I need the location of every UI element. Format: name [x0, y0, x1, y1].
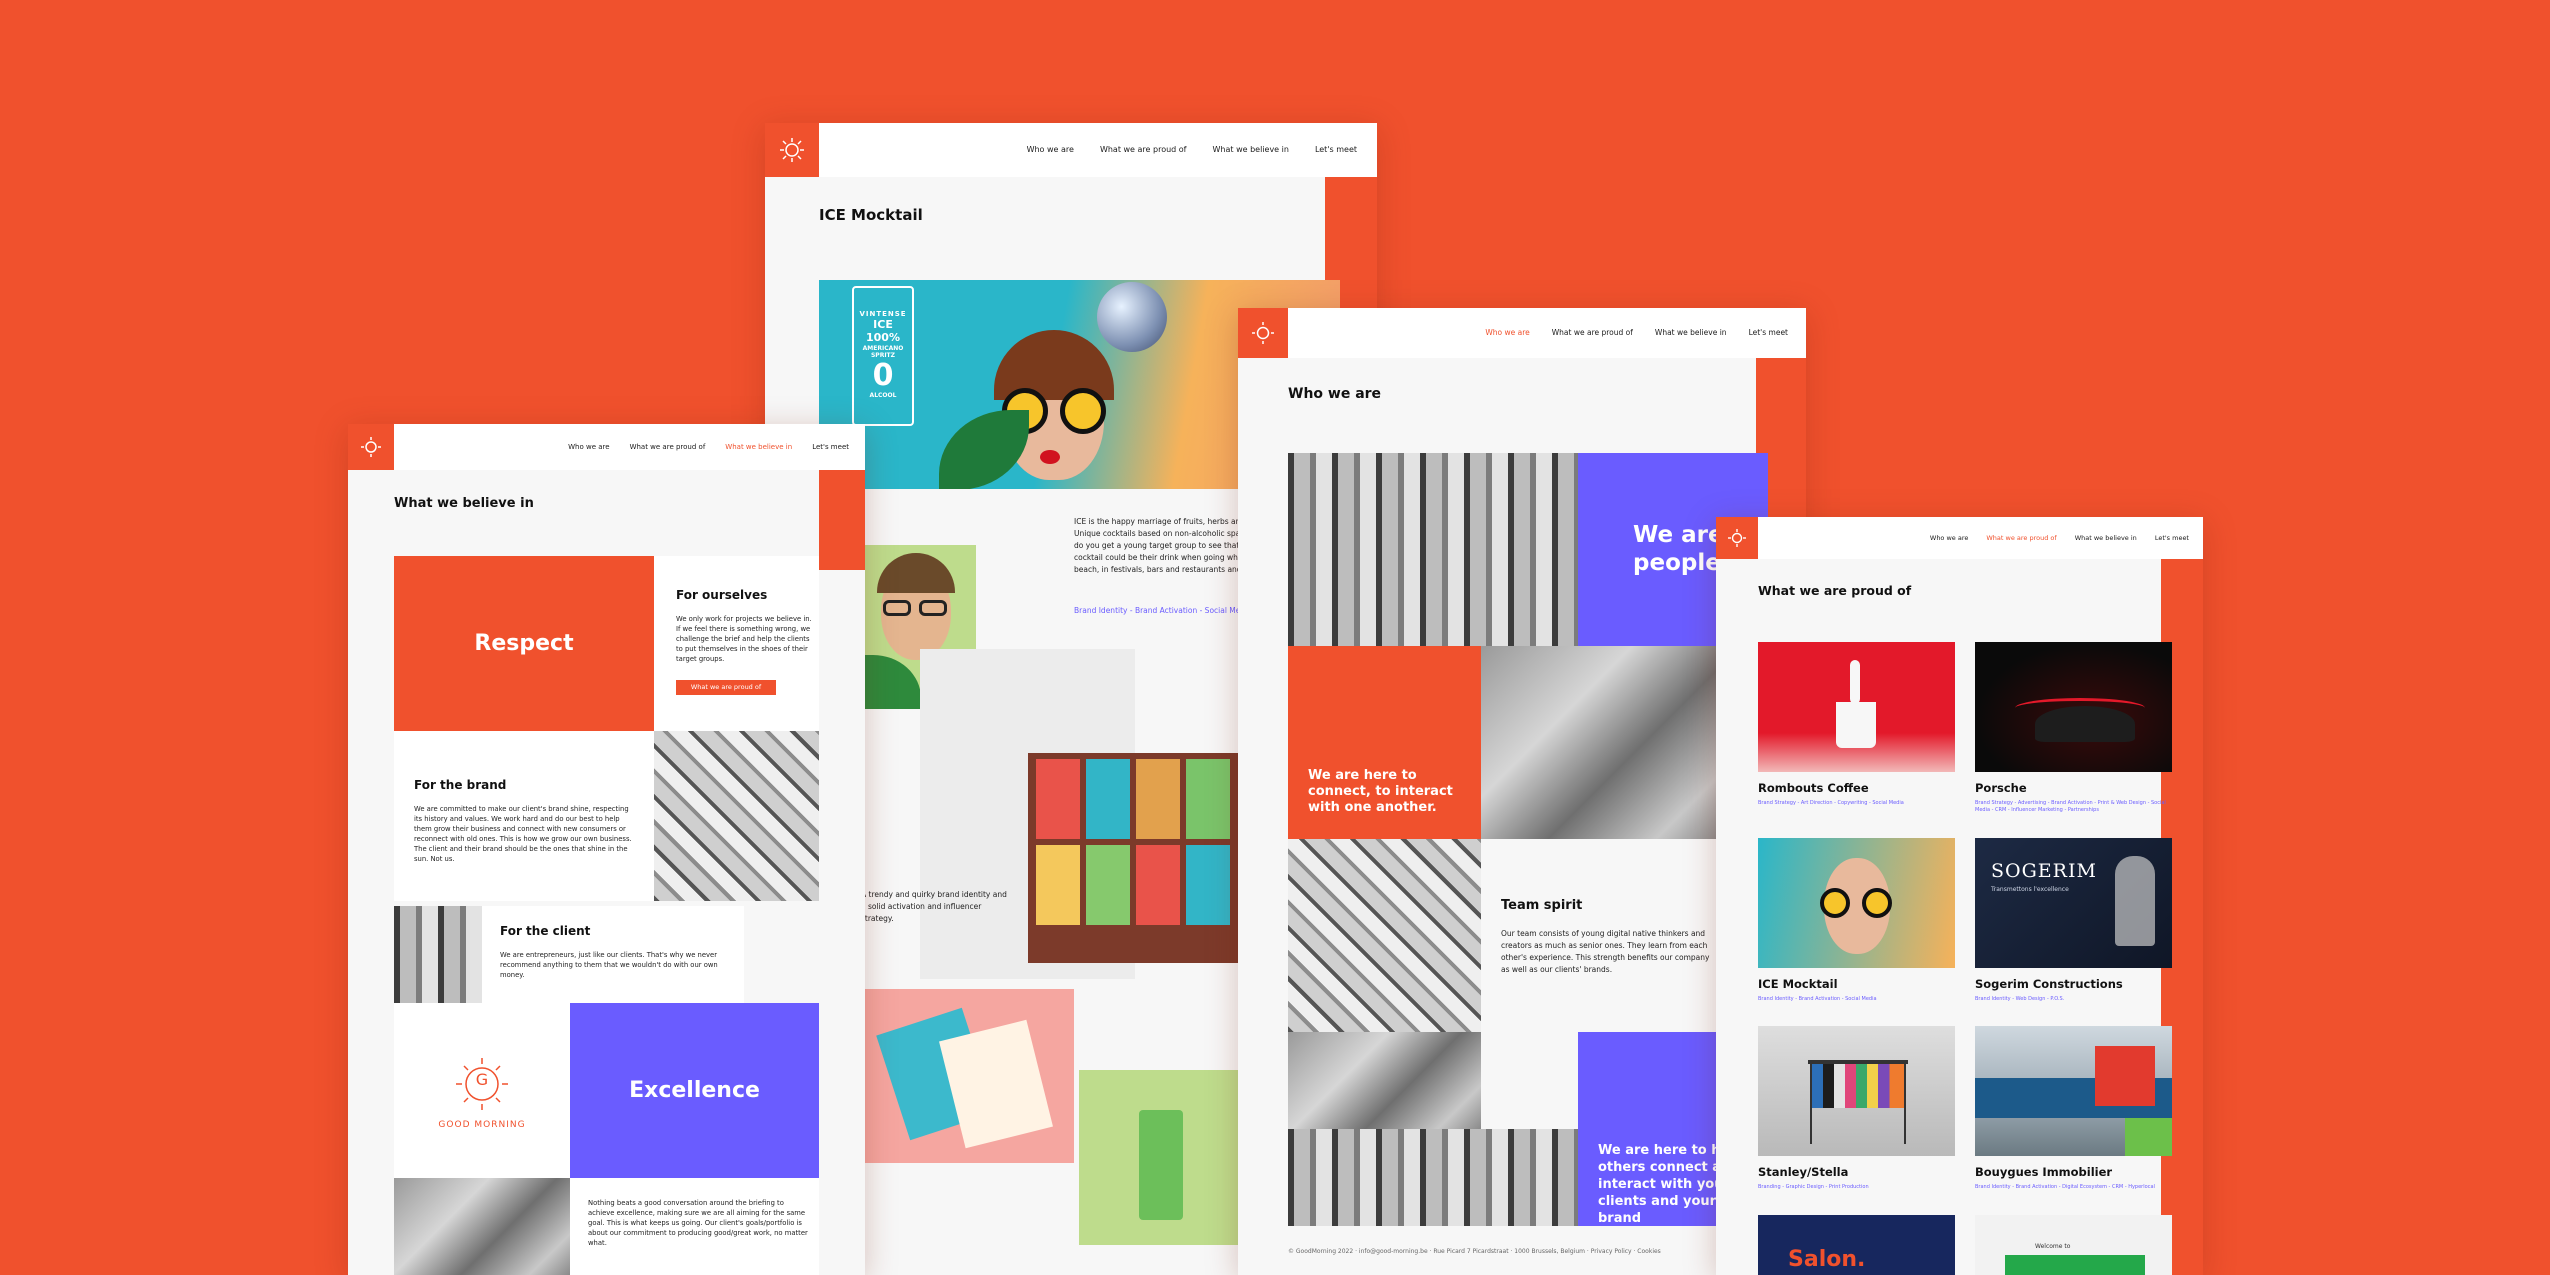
proud-button[interactable]: What we are proud of — [676, 680, 776, 695]
project-tags: Brand Identity - Brand Activation - Digi… — [1975, 1184, 2155, 1190]
page-title: What we believe in — [394, 496, 534, 511]
client-text: We are entrepreneurs, just like our clie… — [500, 951, 718, 979]
brand-text: We are committed to make our client's br… — [414, 805, 632, 863]
respect-block: Respect — [394, 556, 654, 731]
nav-meet[interactable]: Let's meet — [812, 424, 849, 470]
project-name[interactable]: Porsche — [1975, 781, 2027, 795]
ourselves-heading: For ourselves — [676, 588, 768, 602]
project-tags: Brand Identity - Web Design - P.O.S. — [1975, 996, 2065, 1002]
footer: © GoodMorning 2022 · info@good-morning.b… — [1288, 1248, 1661, 1255]
nav-proud[interactable]: What we are proud of — [1986, 517, 2056, 559]
site-header: Who we are What we are proud of What we … — [348, 424, 865, 470]
project-name[interactable]: Bouygues Immobilier — [1975, 1165, 2112, 1179]
site-header: Who we are What we are proud of What we … — [1238, 308, 1806, 358]
excellence-text: Nothing beats a good conversation around… — [588, 1199, 808, 1247]
main-nav: Who we are What we are proud of What we … — [1027, 123, 1377, 177]
project-tags: Branding - Graphic Design - Print Produc… — [1758, 1184, 1869, 1190]
building-photo — [394, 906, 482, 1003]
team-spirit-text: Our team consists of young digital nativ… — [1501, 929, 1710, 974]
terrace-photo — [394, 1178, 570, 1275]
nav-who[interactable]: Who we are — [1027, 123, 1074, 177]
site-header: Who we are What we are proud of What we … — [765, 123, 1377, 177]
phone-mockup — [1079, 1070, 1244, 1245]
site-header: Who we are What we are proud of What we … — [1716, 517, 2203, 559]
logo-letter: G — [475, 1070, 489, 1089]
ice-image[interactable] — [1758, 838, 1955, 968]
team-spirit-heading: Team spirit — [1501, 898, 1583, 913]
brand-logo[interactable] — [1238, 308, 1288, 358]
project-tags[interactable]: Brand Identity - Brand Activation - Soci… — [1074, 606, 1252, 615]
sun-logo-icon — [1728, 529, 1746, 547]
hammock-photo — [1288, 839, 1481, 1032]
disco-ball — [1097, 282, 1167, 352]
brand-logo[interactable] — [348, 424, 394, 470]
product-can: VINTENSE ICE 100% AMERICANO SPRITZ 0 ALC… — [852, 286, 914, 426]
nav-believe[interactable]: What we believe in — [725, 424, 792, 470]
salon-image[interactable]: Salon. — [1758, 1215, 1955, 1275]
what-we-believe-window: Who we are What we are proud of What we … — [348, 424, 865, 1275]
logo-text: GOOD MORNING — [438, 1120, 526, 1130]
nav-proud[interactable]: What we are proud of — [1552, 308, 1633, 358]
connect-block: We are here to connect, to interact with… — [1288, 646, 1481, 839]
accent-bar — [819, 470, 865, 570]
stairs-photo — [654, 731, 819, 901]
website-image[interactable]: Welcome to — [1975, 1215, 2172, 1275]
brand-logo[interactable] — [765, 123, 819, 177]
ourselves-text: We only work for projects we believe in.… — [676, 615, 812, 663]
project-tags: Brand Strategy - Art Direction - Copywri… — [1758, 800, 1904, 806]
page-title: ICE Mocktail — [819, 206, 923, 224]
meeting-photo — [1481, 646, 1721, 839]
main-nav: Who we are What we are proud of What we … — [1485, 308, 1806, 358]
project-tags: Brand Identity - Brand Activation - Soci… — [1758, 996, 1877, 1002]
project-name[interactable]: Sogerim Constructions — [1975, 977, 2123, 991]
office-photo — [1288, 453, 1578, 646]
nav-believe[interactable]: What we believe in — [1655, 308, 1727, 358]
sogerim-image[interactable]: SOGERIM Transmettons l'excellence — [1975, 838, 2172, 968]
nav-meet[interactable]: Let's meet — [1749, 308, 1788, 358]
page-title: Who we are — [1288, 386, 1382, 402]
stanley-image[interactable] — [1758, 1026, 1955, 1156]
nav-proud[interactable]: What we are proud of — [1100, 123, 1187, 177]
nav-believe[interactable]: What we believe in — [1213, 123, 1289, 177]
nav-meet[interactable]: Let's meet — [2155, 517, 2189, 559]
bouygues-image[interactable] — [1975, 1026, 2172, 1156]
nav-who[interactable]: Who we are — [1930, 517, 1968, 559]
nav-believe[interactable]: What we believe in — [2075, 517, 2137, 559]
group-photo — [1288, 1032, 1481, 1129]
nav-who[interactable]: Who we are — [568, 424, 609, 470]
flyer-image — [861, 989, 1074, 1163]
project-description-2: A trendy and quirky brand identity and a… — [861, 890, 1007, 923]
excellence-block: Excellence — [570, 1003, 819, 1178]
what-we-are-proud-window: Who we are What we are proud of What we … — [1716, 517, 2203, 1275]
project-name[interactable]: Rombouts Coffee — [1758, 781, 1869, 795]
sun-logo-icon — [1252, 322, 1274, 344]
brand-logo[interactable] — [1716, 517, 1758, 559]
nav-proud[interactable]: What we are proud of — [630, 424, 706, 470]
nav-meet[interactable]: Let's meet — [1315, 123, 1357, 177]
sun-logo-icon — [780, 138, 804, 162]
project-name[interactable]: ICE Mocktail — [1758, 977, 1838, 991]
poster-grid — [1028, 753, 1238, 963]
project-tags: Brand Strategy - Advertising - Brand Act… — [1975, 800, 2166, 813]
rombouts-image[interactable] — [1758, 642, 1955, 772]
main-nav: Who we are What we are proud of What we … — [568, 424, 865, 470]
client-heading: For the client — [500, 924, 591, 938]
portrait-photo — [1288, 1129, 1578, 1226]
nav-who[interactable]: Who we are — [1485, 308, 1529, 358]
brand-heading: For the brand — [414, 778, 507, 792]
project-name[interactable]: Stanley/Stella — [1758, 1165, 1848, 1179]
porsche-image[interactable] — [1975, 642, 2172, 772]
sun-logo-icon — [361, 437, 381, 457]
main-nav: Who we are What we are proud of What we … — [1930, 517, 2203, 559]
page-title: What we are proud of — [1758, 583, 1912, 598]
